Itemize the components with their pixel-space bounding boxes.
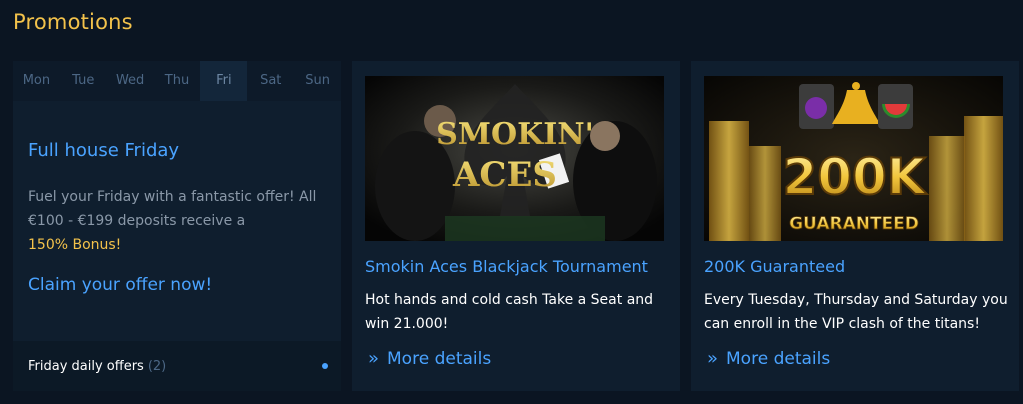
tab-sat[interactable]: Sat: [247, 61, 294, 101]
promo-title[interactable]: Smokin Aces Blackjack Tournament: [365, 257, 648, 276]
tab-fri[interactable]: Fri: [200, 61, 248, 101]
more-details-label: More details: [726, 348, 831, 369]
tab-thu[interactable]: Thu: [154, 61, 201, 101]
more-details-label: More details: [387, 348, 492, 369]
promo-title[interactable]: 200K Guaranteed: [704, 257, 845, 276]
offer-title: Full house Friday: [28, 140, 180, 161]
daily-offers-footer: Friday daily offers (2): [13, 341, 341, 391]
promo-image-text-2: GUARANTEED: [789, 214, 919, 234]
promo-image-text-1: 200K: [782, 148, 927, 206]
promo-image-smokin-aces[interactable]: SMOKIN' ACES: [365, 76, 664, 241]
promo-card: 200K GUARANTEED 200K Guaranteed Every Tu…: [691, 61, 1019, 391]
daily-offers-card: Mon Tue Wed Thu Fri Sat Sun Full house F…: [13, 61, 341, 391]
offer-count-badge: (2): [147, 358, 167, 374]
more-details-link[interactable]: » More details: [707, 348, 830, 369]
day-tabs: Mon Tue Wed Thu Fri Sat Sun: [13, 61, 341, 101]
tab-sun[interactable]: Sun: [294, 61, 341, 101]
footer-label: Friday daily offers: [28, 358, 144, 374]
carousel-dot[interactable]: [322, 363, 328, 369]
tab-mon[interactable]: Mon: [13, 61, 60, 101]
more-details-link[interactable]: » More details: [368, 348, 491, 369]
claim-offer-link[interactable]: Claim your offer now!: [28, 275, 212, 295]
double-chevron-right-icon: »: [368, 348, 380, 369]
promo-image-text-1: SMOKIN': [436, 117, 594, 152]
tab-tue[interactable]: Tue: [60, 61, 107, 101]
double-chevron-right-icon: »: [707, 348, 719, 369]
promo-description: Hot hands and cold cash Take a Seat and …: [365, 292, 654, 332]
promo-card: SMOKIN' ACES Smokin Aces Blackjack Tourn…: [352, 61, 680, 391]
promo-image-text-2: ACES: [452, 155, 557, 195]
tab-wed[interactable]: Wed: [107, 61, 154, 101]
offer-bonus: 150% Bonus!: [28, 237, 122, 253]
offer-description: Fuel your Friday with a fantastic offer!…: [28, 189, 317, 229]
page-title: Promotions: [13, 10, 133, 34]
promo-description: Every Tuesday, Thursday and Saturday you…: [704, 292, 1008, 332]
promo-image-200k[interactable]: 200K GUARANTEED: [704, 76, 1003, 241]
